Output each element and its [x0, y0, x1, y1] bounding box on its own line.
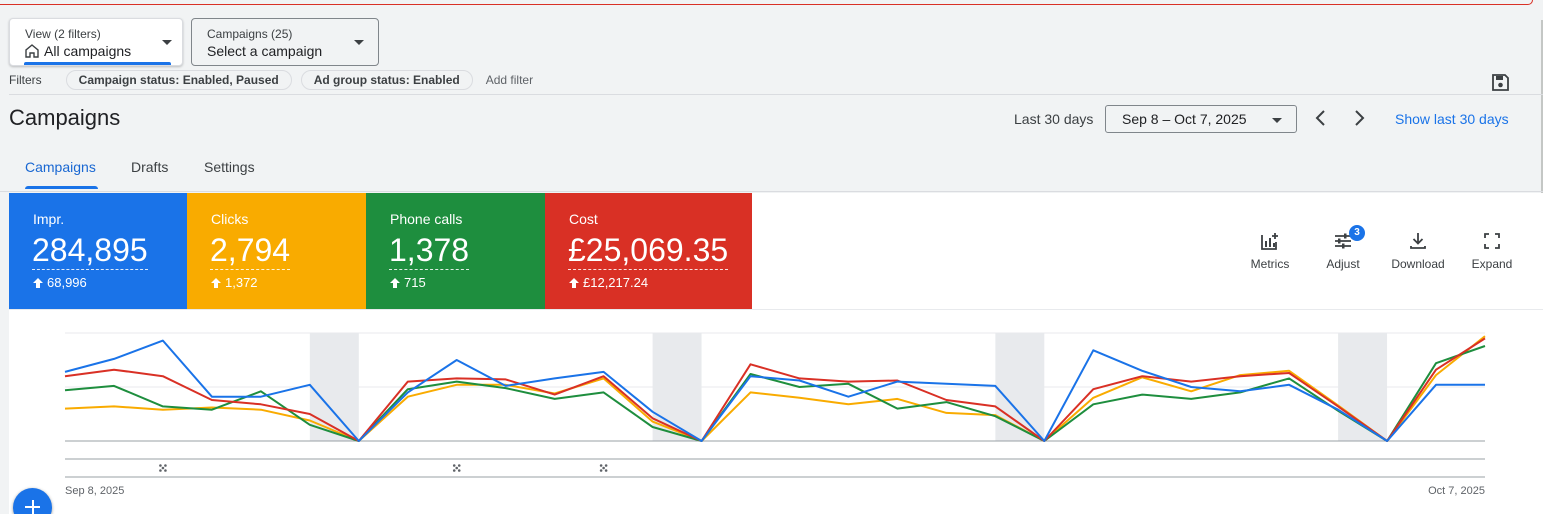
- metric-delta: 1,372: [211, 275, 258, 290]
- page-title: Campaigns: [9, 105, 121, 130]
- chevron-right-icon[interactable]: [1350, 109, 1368, 127]
- metric-card-cost[interactable]: Cost £25,069.35 £12,217.24: [545, 193, 752, 309]
- metrics-button[interactable]: Metrics: [1235, 231, 1305, 271]
- filter-chip-campaign-status[interactable]: Campaign status: Enabled, Paused: [65, 70, 292, 90]
- marker-dot: [164, 469, 167, 472]
- marker-dot: [164, 464, 167, 467]
- metric-delta: £12,217.24: [569, 275, 648, 290]
- chevron-down-icon: [162, 40, 172, 45]
- metric-label: Cost: [569, 211, 598, 227]
- chevron-left-icon[interactable]: [1312, 109, 1330, 127]
- tab-campaigns[interactable]: Campaigns: [25, 159, 96, 175]
- fullscreen-icon: [1484, 233, 1500, 249]
- date-range-preset: Last 30 days: [1014, 111, 1094, 127]
- marker-dot: [599, 464, 603, 467]
- campaign-select-label: Campaigns (25): [207, 27, 293, 41]
- filter-chip-ad-group-status[interactable]: Ad group status: Enabled: [300, 70, 473, 90]
- marker-dot: [604, 469, 608, 472]
- metric-delta-value: 68,996: [47, 275, 87, 290]
- home-icon: [25, 44, 39, 58]
- date-range-dropdown[interactable]: Sep 8 – Oct 7, 2025: [1105, 105, 1297, 133]
- marker-dot: [599, 469, 603, 472]
- view-filter-value: All campaigns: [44, 43, 132, 59]
- add-filter-link[interactable]: Add filter: [486, 73, 533, 87]
- view-filter-active-indicator: [24, 62, 171, 65]
- metric-label: Clicks: [211, 211, 249, 227]
- marker-dot: [452, 464, 456, 467]
- metric-delta-value: 715: [404, 275, 426, 290]
- metric-value: 2,794: [210, 232, 291, 270]
- metric-value: £25,069.35: [568, 232, 729, 270]
- divider: [9, 94, 1543, 95]
- marker-dot: [602, 466, 605, 470]
- marker-dot: [161, 466, 165, 470]
- chevron-down-icon: [1272, 118, 1282, 123]
- change-history-marker: [159, 464, 167, 472]
- marker-dot: [604, 464, 608, 467]
- arrow-up-icon: [390, 277, 400, 288]
- performance-chart[interactable]: Sep 8, 2025 Oct 7, 2025: [9, 309, 1543, 514]
- metric-delta-value: £12,217.24: [583, 275, 649, 290]
- view-filter-dropdown[interactable]: View (2 filters) All campaigns: [9, 18, 183, 66]
- tab-drafts[interactable]: Drafts: [131, 159, 168, 175]
- metric-value: 1,378: [389, 232, 470, 270]
- metric-card-phone-calls[interactable]: Phone calls 1,378 715: [366, 193, 545, 309]
- date-range-value: Sep 8 – Oct 7, 2025: [1122, 111, 1247, 127]
- arrow-up-icon: [211, 277, 221, 288]
- download-icon: [1410, 233, 1426, 249]
- marker-dot: [159, 464, 162, 467]
- marker-dot: [457, 469, 461, 472]
- alert-border: [0, 0, 1533, 5]
- chevron-down-icon: [354, 40, 364, 45]
- filters-label: Filters: [9, 73, 42, 87]
- metrics-label: Metrics: [1250, 257, 1290, 271]
- view-filter-value-wrap: All campaigns: [25, 43, 131, 59]
- marker-dot: [457, 464, 461, 467]
- marker-dot: [452, 469, 456, 472]
- metric-delta: 68,996: [33, 275, 87, 290]
- performance-panel: Impr. 284,895 68,996 Clicks 2,794 1,372 …: [9, 193, 1543, 514]
- adjust-label: Adjust: [1326, 257, 1360, 271]
- change-history-marker: [599, 464, 608, 472]
- expand-label: Expand: [1471, 257, 1513, 271]
- active-tab-indicator: [25, 186, 98, 189]
- marker-dot: [159, 469, 162, 472]
- marker-dot: [455, 466, 459, 470]
- tab-settings[interactable]: Settings: [204, 159, 255, 175]
- metric-delta-value: 1,372: [225, 275, 258, 290]
- series-line: [64, 339, 1485, 442]
- filters-bar: Filters Campaign status: Enabled, Paused…: [9, 70, 533, 90]
- change-history-marker: [452, 464, 461, 472]
- arrow-up-icon: [569, 277, 579, 288]
- download-button[interactable]: Download: [1383, 231, 1453, 271]
- x-axis-start-label: Sep 8, 2025: [65, 485, 124, 497]
- metric-value: 284,895: [32, 232, 148, 270]
- metric-label: Phone calls: [390, 211, 463, 227]
- change-annotations: [159, 464, 608, 472]
- save-icon[interactable]: [1491, 73, 1510, 92]
- x-axis-end-label: Oct 7, 2025: [1428, 485, 1485, 497]
- series-line: [64, 337, 1486, 442]
- metric-card-clicks[interactable]: Clicks 2,794 1,372: [187, 193, 366, 309]
- metric-card-impressions[interactable]: Impr. 284,895 68,996: [9, 193, 187, 309]
- show-last-30-days-link[interactable]: Show last 30 days: [1395, 111, 1509, 127]
- series-lines: [64, 335, 1486, 442]
- add-chart-icon: [1261, 233, 1278, 250]
- campaign-select-value: Select a campaign: [207, 43, 323, 59]
- expand-button[interactable]: Expand: [1457, 231, 1527, 271]
- adjust-badge: 3: [1349, 225, 1365, 241]
- divider: [0, 191, 1543, 192]
- download-label: Download: [1391, 257, 1445, 271]
- series-line: [64, 335, 1486, 442]
- adjust-button[interactable]: 3 Adjust: [1308, 225, 1378, 271]
- arrow-up-icon: [33, 277, 43, 288]
- view-filter-label: View (2 filters): [25, 27, 101, 41]
- metric-delta: 715: [390, 275, 426, 290]
- metric-label: Impr.: [33, 211, 65, 227]
- campaign-select-dropdown[interactable]: Campaigns (25) Select a campaign: [191, 18, 379, 66]
